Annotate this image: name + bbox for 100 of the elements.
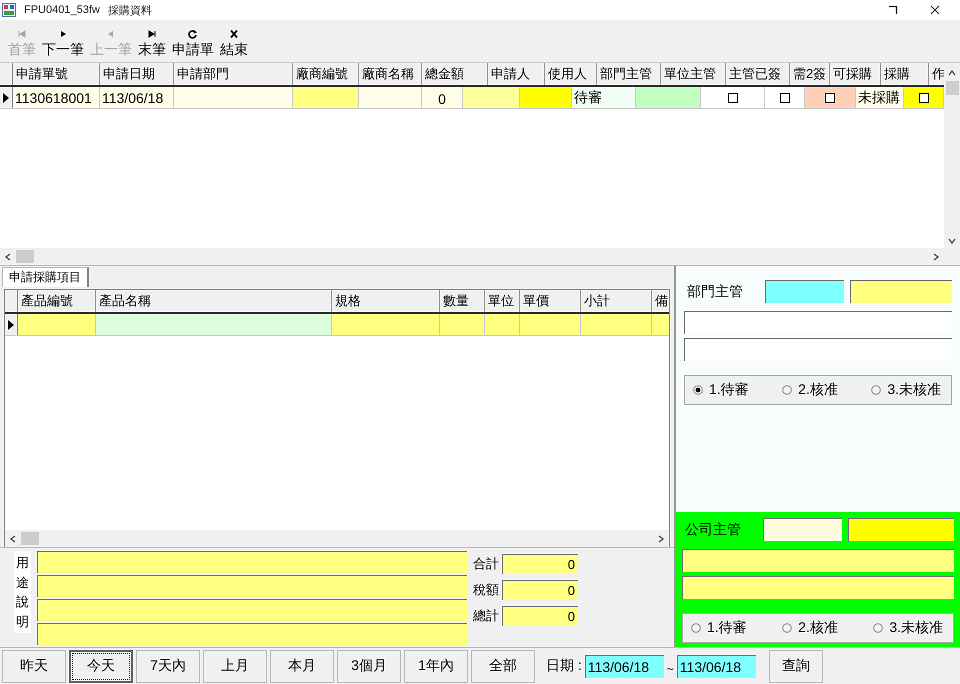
total-label: 總計 bbox=[473, 607, 499, 625]
input-field[interactable] bbox=[37, 575, 467, 597]
column-header[interactable]: 可採購 bbox=[830, 63, 881, 85]
horizontal-scrollbar[interactable] bbox=[5, 530, 669, 547]
date-range-button[interactable]: 昨天 bbox=[2, 650, 66, 682]
close-icon[interactable] bbox=[930, 5, 940, 15]
toolbar-button[interactable]: 末筆 bbox=[136, 29, 168, 59]
total-field: 0 bbox=[502, 554, 578, 574]
checkbox[interactable] bbox=[918, 92, 928, 102]
column-header[interactable]: 主管已簽 bbox=[726, 63, 790, 85]
date-range-button[interactable]: 本月 bbox=[270, 650, 334, 682]
total-field: 0 bbox=[502, 606, 578, 626]
row-pointer-icon bbox=[8, 320, 14, 330]
radio-button-icon[interactable] bbox=[693, 385, 703, 395]
column-header[interactable]: 單位主管 bbox=[661, 63, 726, 85]
input-field[interactable] bbox=[682, 576, 954, 599]
horizontal-scrollbar[interactable] bbox=[0, 248, 944, 265]
row-indicator[interactable] bbox=[0, 87, 13, 108]
column-header[interactable]: 廠商編號 bbox=[293, 63, 359, 85]
close-icon bbox=[228, 29, 240, 39]
scrollbar-thumb[interactable] bbox=[16, 250, 34, 263]
date-label: 日期 : bbox=[546, 657, 582, 675]
checkbox[interactable] bbox=[780, 92, 790, 102]
date-range-button[interactable]: 上月 bbox=[203, 650, 267, 682]
input-field[interactable] bbox=[763, 518, 842, 541]
toolbar-button[interactable]: 申請單 bbox=[170, 29, 216, 59]
total-field: 0 bbox=[502, 580, 578, 600]
purpose-label: 用途說明 bbox=[14, 551, 31, 633]
radio-option[interactable]: 3.未核准 bbox=[873, 619, 943, 637]
input-field[interactable] bbox=[37, 551, 467, 573]
radio-option[interactable]: 1.待審 bbox=[693, 381, 749, 399]
table-cell: 未採購 bbox=[856, 87, 904, 108]
total-label: 合計 bbox=[473, 555, 499, 573]
radio-button-icon[interactable] bbox=[782, 623, 792, 633]
approver-label: 部門主管 bbox=[686, 282, 744, 300]
input-field[interactable] bbox=[765, 280, 844, 303]
column-header[interactable]: 採購 bbox=[881, 63, 929, 85]
input-field[interactable] bbox=[848, 518, 954, 541]
scroll-up-icon[interactable] bbox=[948, 69, 956, 77]
date-range-button[interactable]: 7天內 bbox=[136, 650, 200, 682]
scroll-left-icon[interactable] bbox=[9, 534, 17, 542]
window-title: 採購資料 bbox=[108, 4, 152, 18]
scroll-right-icon[interactable] bbox=[932, 252, 940, 260]
column-header[interactable]: 部門主管 bbox=[597, 63, 661, 85]
table-cell: 113/06/18 bbox=[100, 87, 174, 108]
checkbox[interactable] bbox=[825, 92, 835, 102]
column-header[interactable]: 單價 bbox=[520, 290, 581, 312]
column-header[interactable]: 申請單號 bbox=[13, 63, 100, 85]
column-header[interactable]: 數量 bbox=[440, 290, 485, 312]
approver-label: 公司主管 bbox=[684, 520, 742, 538]
column-header[interactable]: 產品編號 bbox=[18, 290, 96, 312]
column-header[interactable]: 廠商名稱 bbox=[359, 63, 422, 85]
input-field[interactable] bbox=[37, 623, 467, 645]
radio-option[interactable]: 3.未核准 bbox=[871, 381, 941, 399]
row-indicator[interactable] bbox=[5, 314, 18, 335]
refresh-icon bbox=[187, 29, 199, 39]
input-field[interactable] bbox=[684, 338, 952, 361]
toolbar-button[interactable]: 結束 bbox=[218, 29, 250, 59]
restore-icon[interactable] bbox=[888, 5, 898, 15]
radio-option[interactable]: 1.待審 bbox=[691, 619, 747, 637]
table-cell: 待審 bbox=[572, 87, 636, 108]
tab[interactable]: 申請採購項目 bbox=[2, 267, 89, 287]
scrollbar-thumb[interactable] bbox=[946, 81, 958, 95]
vertical-scrollbar[interactable] bbox=[944, 63, 960, 265]
radio-button-icon[interactable] bbox=[782, 385, 792, 395]
column-header[interactable]: 申請部門 bbox=[174, 63, 293, 85]
column-header[interactable]: 總金額 bbox=[422, 63, 488, 85]
start-date-field[interactable]: 113/06/18 bbox=[584, 654, 664, 678]
input-field[interactable] bbox=[682, 549, 954, 572]
scroll-down-icon[interactable] bbox=[948, 237, 956, 245]
radio-button-icon[interactable] bbox=[871, 385, 882, 395]
input-field[interactable] bbox=[684, 311, 952, 334]
radio-button-icon[interactable] bbox=[691, 623, 701, 633]
scroll-right-icon[interactable] bbox=[657, 534, 665, 542]
radio-option[interactable]: 2.核准 bbox=[782, 619, 838, 637]
date-range-button[interactable]: 1年內 bbox=[404, 650, 468, 682]
column-header[interactable]: 小計 bbox=[581, 290, 652, 312]
column-header[interactable]: 規格 bbox=[332, 290, 440, 312]
column-header[interactable]: 需2簽 bbox=[790, 63, 830, 85]
range-separator: ~ bbox=[666, 662, 674, 676]
total-label: 稅額 bbox=[473, 581, 499, 599]
scrollbar-thumb[interactable] bbox=[21, 532, 39, 545]
input-field[interactable] bbox=[850, 280, 952, 303]
date-range-button[interactable]: 全部 bbox=[471, 650, 535, 682]
checkbox[interactable] bbox=[728, 92, 738, 102]
radio-option[interactable]: 2.核准 bbox=[782, 381, 838, 399]
scroll-left-icon[interactable] bbox=[4, 252, 12, 260]
row-pointer-icon bbox=[3, 92, 9, 102]
date-range-button[interactable]: 今天 bbox=[69, 650, 133, 682]
column-header[interactable]: 使用人 bbox=[545, 63, 597, 85]
date-range-button[interactable]: 3個月 bbox=[337, 650, 401, 682]
column-header[interactable]: 產品名稱 bbox=[96, 290, 332, 312]
input-field[interactable] bbox=[37, 599, 467, 621]
query-button[interactable]: 查詢 bbox=[768, 650, 823, 682]
column-header[interactable]: 申請日期 bbox=[100, 63, 174, 85]
column-header[interactable]: 申請人 bbox=[488, 63, 545, 85]
end-date-field[interactable]: 113/06/18 bbox=[676, 654, 756, 678]
radio-button-icon[interactable] bbox=[873, 623, 884, 633]
column-header[interactable]: 單位 bbox=[485, 290, 520, 312]
toolbar-button[interactable]: 下一筆 bbox=[40, 29, 86, 59]
